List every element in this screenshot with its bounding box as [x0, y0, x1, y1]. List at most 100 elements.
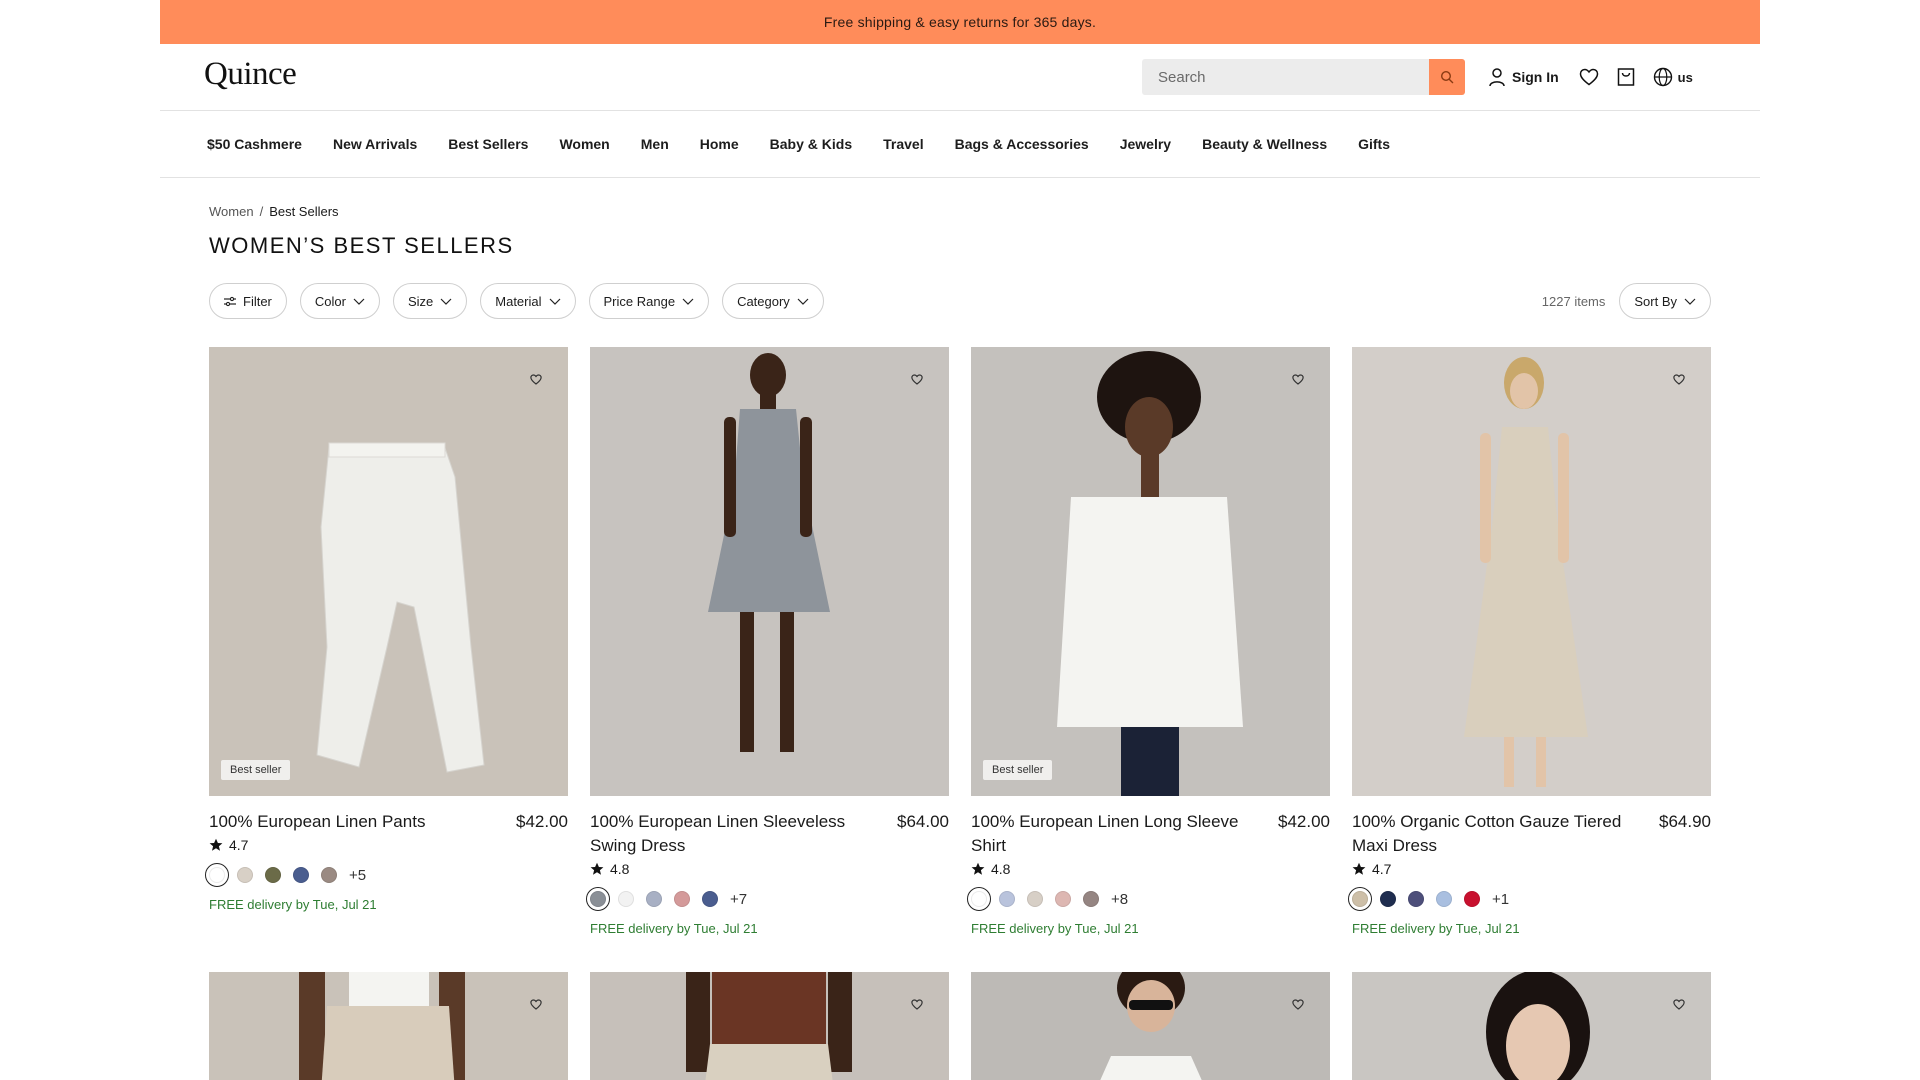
page: Free shipping & easy returns for 365 day… [160, 0, 1760, 1080]
product-image[interactable] [209, 972, 568, 1080]
product-name[interactable]: 100% Organic Cotton Gauze Tiered Maxi Dr… [1352, 810, 1622, 858]
color-swatch[interactable] [1055, 891, 1071, 907]
search-button[interactable] [1429, 59, 1465, 95]
filter-button[interactable]: Filter [209, 283, 287, 319]
color-swatch[interactable] [1348, 887, 1372, 911]
color-swatch[interactable] [1027, 891, 1043, 907]
product-name[interactable]: 100% European Linen Pants [209, 810, 425, 834]
nav-item-baby-kids[interactable]: Baby & Kids [770, 136, 852, 152]
favorite-button[interactable] [528, 371, 544, 387]
color-swatch[interactable] [618, 891, 634, 907]
product-card[interactable] [590, 972, 949, 1080]
color-swatch[interactable] [205, 863, 229, 887]
favorite-button[interactable] [1671, 996, 1687, 1012]
product-card[interactable] [1352, 972, 1711, 1080]
product-card[interactable]: Best seller 100% European Linen Pants $4… [205, 347, 568, 936]
best-seller-badge: Best seller [983, 760, 1053, 780]
material-filter-dropdown[interactable]: Material [480, 283, 576, 319]
items-count: 1227 items [1541, 293, 1606, 309]
delivery-info: FREE delivery by Tue, Jul 21 [590, 921, 758, 936]
product-image[interactable] [1352, 972, 1711, 1080]
color-swatch[interactable] [702, 891, 718, 907]
favorite-button[interactable] [1290, 996, 1306, 1012]
product-image[interactable] [590, 347, 949, 796]
star-icon [209, 838, 223, 851]
price-range-filter-dropdown[interactable]: Price Range [588, 283, 710, 319]
product-card[interactable] [971, 972, 1330, 1080]
product-image[interactable]: Best seller [209, 347, 568, 796]
nav-item-cashmere[interactable]: $50 Cashmere [207, 136, 302, 152]
color-swatch[interactable] [967, 887, 991, 911]
logo[interactable]: Quince [204, 56, 297, 93]
color-swatch[interactable] [265, 867, 281, 883]
favorite-button[interactable] [909, 996, 925, 1012]
chevron-down-icon [797, 298, 809, 305]
product-price: $42.00 [516, 812, 568, 831]
sort-by-dropdown[interactable]: Sort By [1619, 283, 1711, 319]
breadcrumb-separator: / [259, 204, 264, 219]
product-image[interactable]: Best seller [971, 347, 1330, 796]
sign-in-button[interactable]: Sign In [1488, 67, 1559, 87]
color-swatch[interactable] [646, 891, 662, 907]
promo-banner[interactable]: Free shipping & easy returns for 365 day… [160, 0, 1760, 44]
site-header: Quince Sign In [160, 44, 1760, 111]
color-swatch[interactable] [1083, 891, 1099, 907]
nav-item-travel[interactable]: Travel [883, 136, 923, 152]
product-card[interactable]: Best seller 100% European Linen Long Sle… [967, 347, 1330, 936]
product-image[interactable] [590, 972, 949, 1080]
star-icon [590, 862, 604, 875]
color-swatch[interactable] [321, 867, 337, 883]
nav-item-men[interactable]: Men [641, 136, 669, 152]
color-swatch[interactable] [674, 891, 690, 907]
nav-item-new-arrivals[interactable]: New Arrivals [333, 136, 417, 152]
sunglasses-model-illustration [1100, 972, 1202, 1080]
heart-icon [530, 998, 542, 1010]
more-colors[interactable]: +8 [1111, 891, 1128, 908]
product-image[interactable] [1352, 347, 1711, 796]
product-rating: 4.8 [971, 861, 1330, 877]
nav-item-women[interactable]: Women [559, 136, 609, 152]
filter-bar: Filter Color Size Material Price Range C… [209, 282, 1711, 320]
heart-icon [1673, 998, 1685, 1010]
product-name[interactable]: 100% European Linen Sleeveless Swing Dre… [590, 810, 860, 858]
favorite-button[interactable] [528, 996, 544, 1012]
linen-trousers-model-illustration [299, 972, 465, 1080]
color-swatch[interactable] [1436, 891, 1452, 907]
product-name[interactable]: 100% European Linen Long Sleeve Shirt [971, 810, 1241, 858]
product-card[interactable] [209, 972, 568, 1080]
cart-button[interactable] [1617, 67, 1635, 87]
category-filter-dropdown[interactable]: Category [722, 283, 824, 319]
search-input[interactable] [1142, 59, 1429, 95]
color-swatch[interactable] [1380, 891, 1396, 907]
nav-item-bags-accessories[interactable]: Bags & Accessories [955, 136, 1089, 152]
color-filter-dropdown[interactable]: Color [299, 283, 380, 319]
product-image[interactable] [971, 972, 1330, 1080]
favorite-button[interactable] [1671, 371, 1687, 387]
product-rating: 4.8 [590, 861, 949, 877]
more-colors[interactable]: +1 [1492, 891, 1509, 908]
nav-item-best-sellers[interactable]: Best Sellers [448, 136, 528, 152]
locale-selector[interactable]: us [1653, 67, 1693, 87]
nav-item-jewelry[interactable]: Jewelry [1120, 136, 1171, 152]
wishlist-button[interactable] [1579, 68, 1599, 86]
size-filter-dropdown[interactable]: Size [392, 283, 468, 319]
color-swatch[interactable] [1408, 891, 1424, 907]
favorite-button[interactable] [1290, 371, 1306, 387]
color-swatch[interactable] [586, 887, 610, 911]
color-swatch[interactable] [999, 891, 1015, 907]
nav-item-gifts[interactable]: Gifts [1358, 136, 1390, 152]
color-swatch[interactable] [237, 867, 253, 883]
color-swatch[interactable] [293, 867, 309, 883]
sign-in-label: Sign In [1512, 69, 1559, 85]
product-card[interactable]: 100% European Linen Sleeveless Swing Dre… [586, 347, 949, 936]
promo-text: Free shipping & easy returns for 365 day… [823, 14, 1097, 30]
product-card[interactable]: 100% Organic Cotton Gauze Tiered Maxi Dr… [1348, 347, 1711, 936]
favorite-button[interactable] [909, 371, 925, 387]
nav-item-beauty-wellness[interactable]: Beauty & Wellness [1202, 136, 1327, 152]
breadcrumb-women[interactable]: Women [209, 204, 254, 219]
color-swatch[interactable] [1464, 891, 1480, 907]
more-colors[interactable]: +5 [349, 867, 366, 884]
nav-item-home[interactable]: Home [700, 136, 739, 152]
heart-icon [530, 373, 542, 385]
more-colors[interactable]: +7 [730, 891, 747, 908]
